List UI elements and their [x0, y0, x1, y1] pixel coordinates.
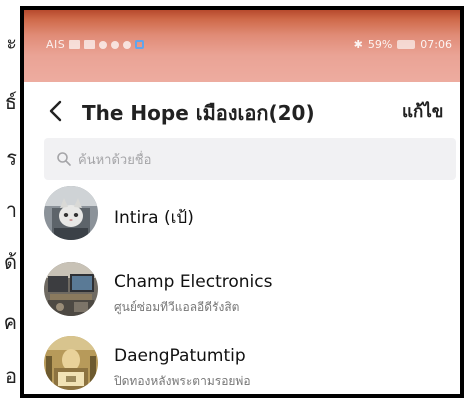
shrine-photo-icon — [44, 336, 98, 390]
app-icon — [135, 40, 145, 49]
notification-icon — [99, 40, 108, 49]
search-placeholder: ค้นหาด้วยชื่อ — [78, 152, 152, 168]
contact-name: Intira (เป้) — [114, 208, 194, 228]
background-glyph: ะ — [6, 30, 17, 54]
contact-status-message: ศูนย์ซ่อมทีวีแอลอีดีรังสิต — [114, 300, 240, 314]
contact-name: Champ Electronics — [114, 272, 273, 292]
background-glyph: ธ์ — [4, 90, 17, 114]
background-glyph: อ — [4, 364, 17, 388]
phone-icon — [123, 40, 132, 49]
chat-header: The Hope เมืองเอก(20) แก้ไข — [24, 82, 460, 140]
background-glyph: า — [5, 198, 17, 222]
signal-icon — [84, 40, 96, 49]
battery-percent: 59% — [367, 38, 393, 51]
phone-screen: AIS ✱ 59% 07:06 The Hope เมืองเอก(20) แก… — [20, 6, 464, 398]
carrier-label: AIS — [46, 38, 66, 51]
battery-icon — [397, 40, 416, 49]
edit-button[interactable]: แก้ไข — [402, 98, 454, 125]
avatar — [44, 336, 98, 390]
search-icon — [57, 152, 71, 166]
background-text-strip: ะ ธ์ ร า ด้ ค อ — [0, 0, 18, 403]
status-bar: AIS ✱ 59% 07:06 — [24, 10, 460, 88]
bluetooth-icon: ✱ — [353, 38, 363, 51]
sim-icon — [69, 40, 81, 49]
back-arrow-icon[interactable] — [46, 99, 68, 123]
contact-item-daengpatumtip[interactable]: DaengPatumtip ปิดทองหลังพระตามรอยพ่อ — [24, 332, 460, 394]
status-left: AIS — [46, 38, 145, 51]
background-glyph: ร — [6, 146, 17, 170]
member-search-bar[interactable]: ค้นหาด้วยชื่อ — [44, 138, 456, 180]
shop-photo-icon — [44, 262, 98, 316]
group-title: The Hope เมืองเอก(20) — [82, 101, 315, 125]
contact-item-champ-electronics[interactable]: Champ Electronics ศูนย์ซ่อมทีวีแอลอีดีรั… — [24, 258, 460, 328]
background-glyph: ด้ — [4, 250, 17, 274]
contact-status-message: ปิดทองหลังพระตามรอยพ่อ — [114, 374, 251, 388]
background-glyph: ค — [3, 310, 17, 334]
contact-name: DaengPatumtip — [114, 346, 246, 366]
avatar — [44, 262, 98, 316]
status-right: ✱ 59% 07:06 — [354, 38, 452, 51]
status-time: 07:06 — [420, 38, 452, 51]
avatar — [44, 186, 98, 240]
cat-photo-icon — [44, 186, 98, 240]
contact-item-intira[interactable]: Intira (เป้) — [24, 182, 460, 252]
messenger-icon — [111, 40, 120, 49]
